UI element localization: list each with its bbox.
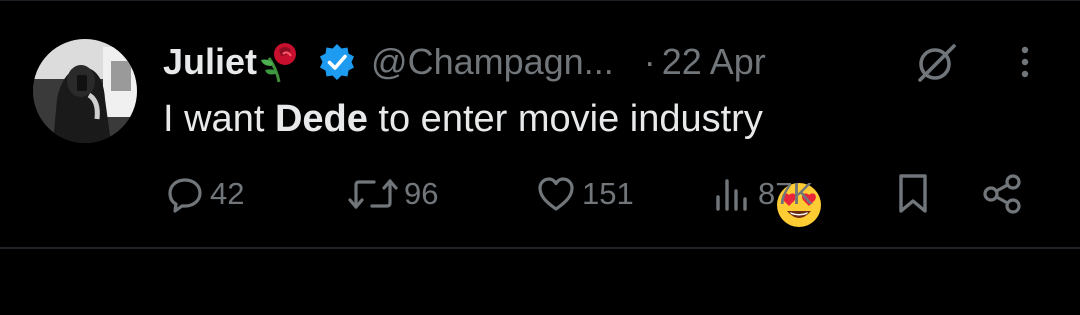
bookmark-icon bbox=[899, 174, 927, 213]
share-button[interactable] bbox=[980, 170, 1024, 218]
share-icon bbox=[983, 174, 1021, 214]
tweet-text-mention: Dede bbox=[274, 97, 368, 140]
repost-count: 96 bbox=[404, 176, 439, 211]
bottom-divider bbox=[0, 247, 1080, 249]
author-name[interactable]: Juliet bbox=[163, 41, 257, 83]
grok-icon[interactable] bbox=[914, 40, 960, 86]
reply-count: 42 bbox=[210, 176, 245, 211]
bookmark-button[interactable] bbox=[893, 170, 933, 218]
more-options-icon[interactable] bbox=[1010, 42, 1040, 82]
rose-emoji-icon bbox=[259, 40, 303, 84]
tweet-date[interactable]: 22 Apr bbox=[662, 41, 766, 83]
avatar[interactable] bbox=[33, 39, 137, 143]
heart-eyes-emoji-icon bbox=[775, 95, 823, 227]
views-button[interactable]: 87K bbox=[712, 170, 813, 218]
tweet-header: Juliet @Champagn... · 22 Apr bbox=[163, 38, 766, 86]
author-handle[interactable]: @Champagn... bbox=[371, 41, 614, 83]
views-count: 87K bbox=[758, 176, 814, 211]
tweet-text-end: to enter movie industry bbox=[367, 97, 763, 140]
reply-button[interactable]: 42 bbox=[166, 170, 244, 218]
repost-button[interactable]: 96 bbox=[348, 170, 438, 218]
separator-dot: · bbox=[643, 41, 656, 82]
like-button[interactable]: 151 bbox=[536, 170, 634, 218]
tweet-text-start: I want bbox=[163, 97, 275, 140]
reply-icon bbox=[168, 178, 202, 213]
top-divider bbox=[0, 0, 1080, 1]
like-count: 151 bbox=[582, 176, 634, 211]
verified-badge-icon bbox=[317, 42, 357, 82]
tweet-text: I want Dede to enter movie industry bbox=[163, 95, 823, 227]
like-icon bbox=[538, 177, 574, 211]
views-icon bbox=[716, 179, 747, 211]
repost-icon bbox=[348, 179, 398, 209]
